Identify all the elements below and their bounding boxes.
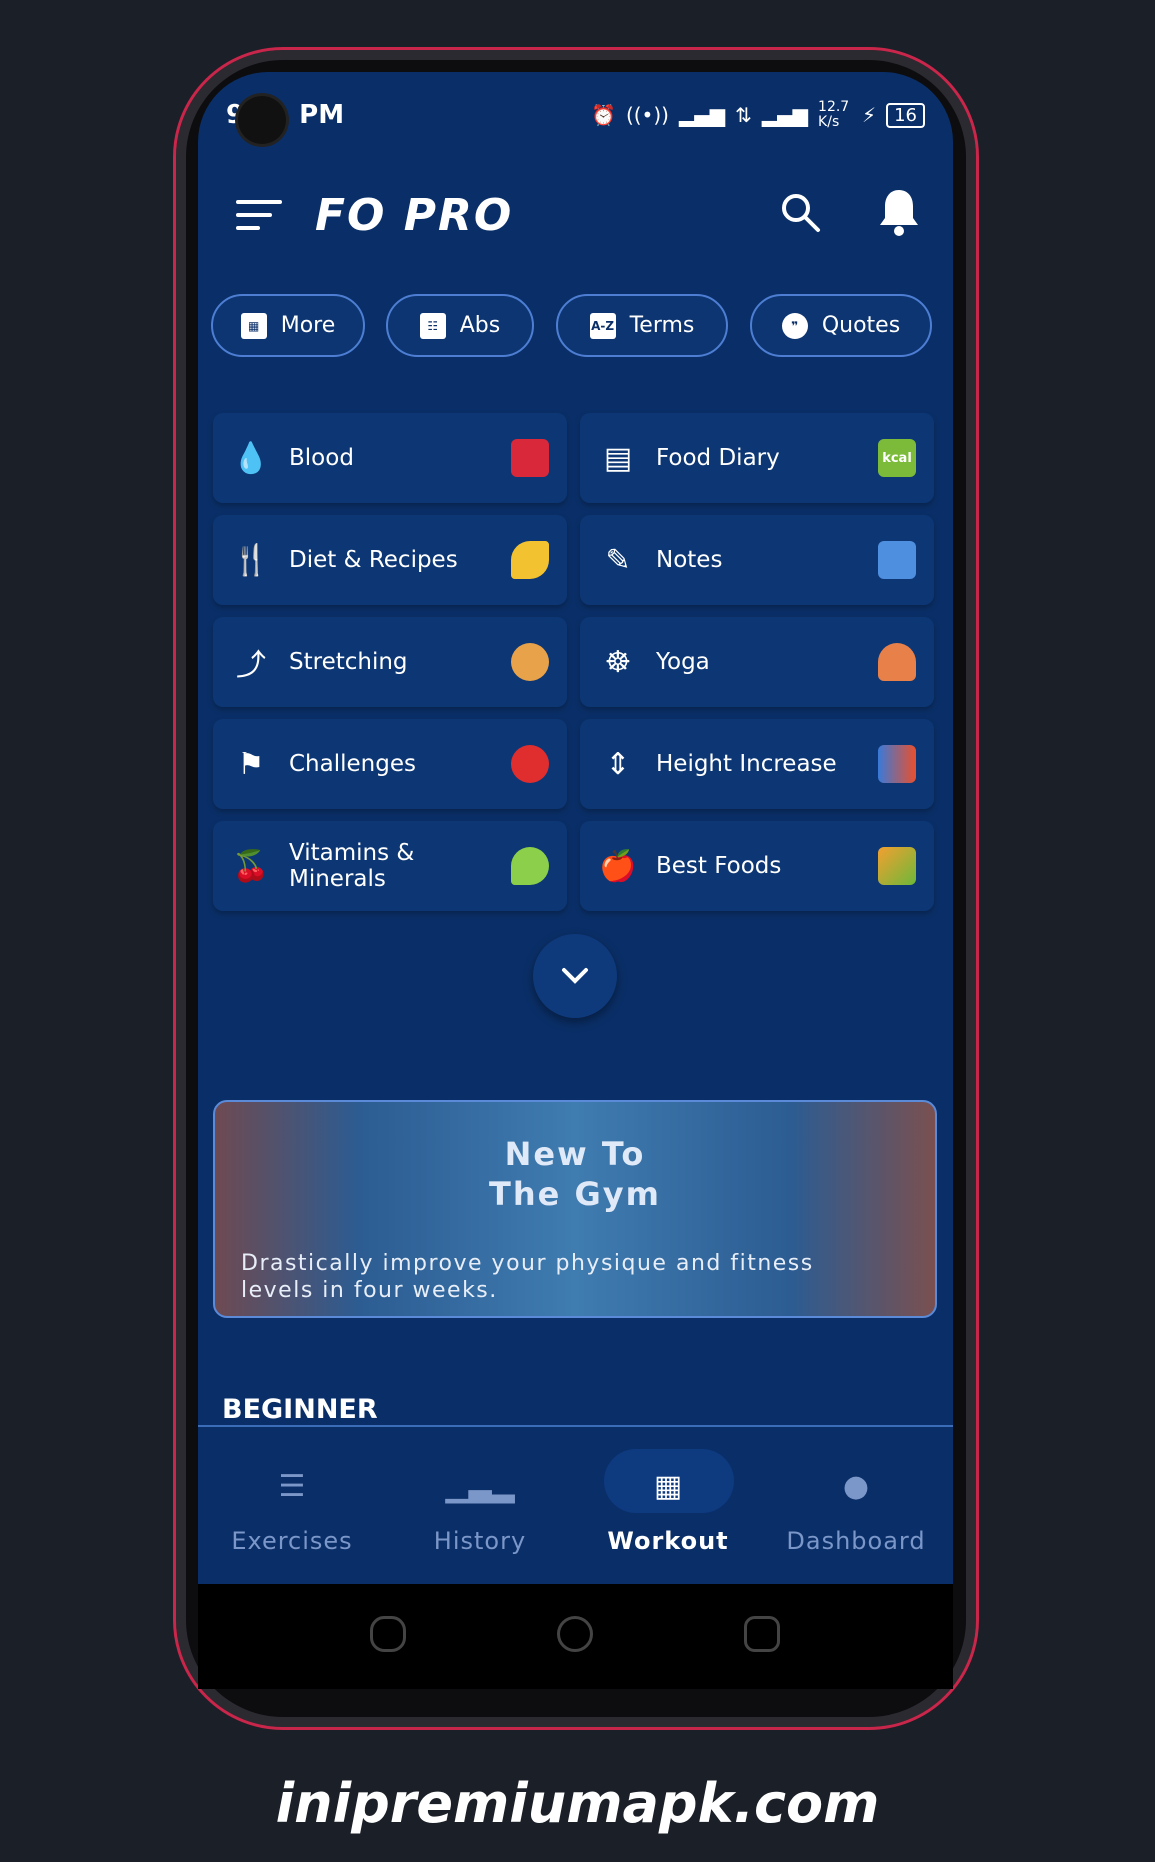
back-button[interactable] <box>744 1616 780 1652</box>
nav-exercises[interactable]: ☰ Exercises <box>198 1427 386 1584</box>
tile-diet-recipes[interactable]: 🍴 Diet & Recipes <box>213 515 567 605</box>
grid-icon: ▦ <box>653 1469 683 1504</box>
chevron-down-icon <box>562 968 588 984</box>
notebook-icon: ▤ <box>603 440 633 476</box>
signal-icon: ▂▄▆ <box>678 103 726 127</box>
menu-icon[interactable] <box>236 200 282 239</box>
blood-drops-icon: 💧 <box>232 440 270 476</box>
expand-button[interactable] <box>533 934 617 1018</box>
front-camera <box>238 96 286 144</box>
tile-notes[interactable]: ✎ Notes <box>580 515 934 605</box>
home-button[interactable] <box>557 1616 593 1652</box>
bar-chart-icon: ▁▃▂ <box>445 1469 515 1504</box>
grid-icon: ▦ <box>240 312 267 339</box>
quote-bubble-icon: ❞ <box>781 312 808 339</box>
4g-signal-icon: ▂▄▆ <box>761 103 809 127</box>
alarm-icon: ⏰ <box>591 103 616 127</box>
apple-scale-icon: 🍎 <box>599 848 637 884</box>
banana-icon <box>511 541 549 579</box>
app-logo: FO PRO <box>315 190 514 241</box>
yoga-icon: ☸ <box>604 644 632 680</box>
height-icon: ⇕ <box>605 746 631 782</box>
bottom-nav: ☰ Exercises ▁▃▂ History ▦ Workout ● Dashboar… <box>198 1425 953 1584</box>
az-book-icon: A-Z <box>589 312 616 339</box>
stretching-person-icon <box>511 643 549 681</box>
height-people-icon <box>878 745 916 783</box>
challenge-icon: ⚑ <box>237 746 265 782</box>
notepad-icon <box>878 541 916 579</box>
nav-history[interactable]: ▁▃▂ History <box>386 1427 574 1584</box>
blood-pressure-icon <box>511 439 549 477</box>
tile-yoga[interactable]: ☸ Yoga <box>580 617 934 707</box>
charging-icon: ⚡ <box>862 103 877 127</box>
chip-more[interactable]: ▦ More <box>211 294 365 357</box>
tile-vitamins-minerals[interactable]: 🍒 Vitamins & Minerals <box>213 821 567 911</box>
battery-icon: 16 <box>886 102 925 128</box>
stretch-icon: ⤴ <box>236 648 266 683</box>
clipboard-pen-icon: ✎ <box>605 542 631 578</box>
recents-button[interactable] <box>370 1616 406 1652</box>
tile-height-increase[interactable]: ⇕ Height Increase <box>580 719 934 809</box>
yoga-person-icon <box>878 643 916 681</box>
bell-icon[interactable] <box>876 186 922 238</box>
nav-workout[interactable]: ▦ Workout <box>574 1427 762 1584</box>
nav-dashboard[interactable]: ● Dashboard <box>762 1427 950 1584</box>
list-icon: ☰ <box>278 1469 306 1504</box>
tile-food-diary[interactable]: ▤ Food Diary kcal <box>580 413 934 503</box>
person-icon: ● <box>842 1469 870 1504</box>
status-icons: ⏰ ((•)) ▂▄▆ ⇅ ▂▄▆ 12.7 K/s ⚡ 16 <box>591 100 925 130</box>
data-icon: ⇅ <box>735 103 752 127</box>
section-title: BEGINNER <box>222 1394 378 1425</box>
new-to-gym-banner[interactable]: New To The Gym Drastically improve your p… <box>213 1100 937 1318</box>
hotspot-icon: ((•)) <box>625 103 669 127</box>
fruit-icon: 🍒 <box>232 848 270 884</box>
search-icon[interactable] <box>780 192 822 234</box>
chip-abs[interactable]: ☷ Abs <box>386 294 534 357</box>
lettuce-icon <box>511 847 549 885</box>
system-nav-bar <box>198 1584 953 1689</box>
chip-terms[interactable]: A-Z Terms <box>556 294 728 357</box>
kcal-icon: kcal <box>878 439 916 477</box>
tile-best-foods[interactable]: 🍎 Best Foods <box>580 821 934 911</box>
vegetables-icon <box>878 847 916 885</box>
fork-knife-icon: 🍴 <box>232 542 270 578</box>
tile-challenges[interactable]: ⚑ Challenges <box>213 719 567 809</box>
karate-icon <box>511 745 549 783</box>
chip-quotes[interactable]: ❞ Quotes <box>750 294 932 357</box>
abs-icon: ☷ <box>419 312 446 339</box>
watermark: inipremiumapk.com <box>275 1772 880 1835</box>
tile-stretching[interactable]: ⤴ Stretching <box>213 617 567 707</box>
tile-blood[interactable]: 💧 Blood <box>213 413 567 503</box>
app-screen: 9 PM ⏰ ((•)) ▂▄▆ ⇅ ▂▄▆ 12.7 K/s ⚡ 16 FO … <box>198 72 953 1584</box>
